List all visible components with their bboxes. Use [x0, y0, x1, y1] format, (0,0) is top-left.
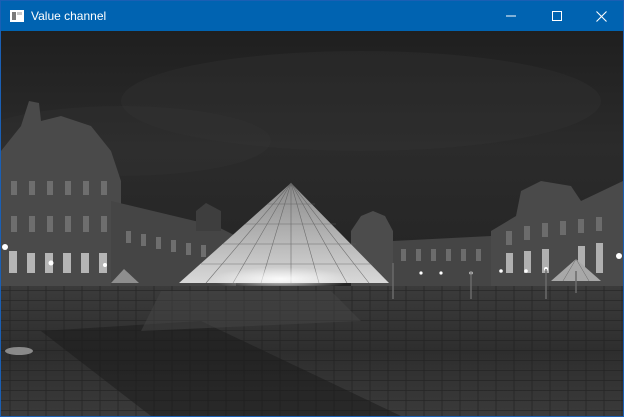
image-view[interactable]: [1, 31, 623, 416]
maximize-icon: [552, 11, 562, 21]
minimize-icon: [506, 11, 516, 21]
app-window-icon: [10, 9, 24, 22]
maximize-button[interactable]: [534, 1, 580, 31]
close-button[interactable]: [578, 1, 624, 31]
title-bar[interactable]: Value channel: [1, 1, 623, 31]
minimize-button[interactable]: [488, 1, 534, 31]
grayscale-photo: [1, 31, 623, 416]
app-window: Value channel: [0, 0, 624, 417]
window-title: Value channel: [31, 9, 107, 23]
close-icon: [595, 10, 607, 22]
